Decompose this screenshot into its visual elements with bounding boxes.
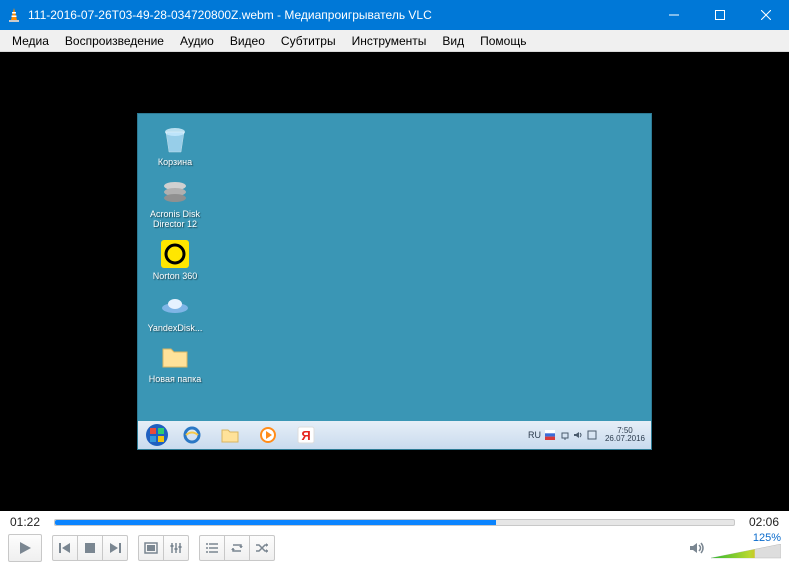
desktop-icon-label: Norton 360 [153, 272, 198, 282]
video-area: Корзина Acronis Disk Director 12 Norton … [0, 52, 789, 511]
tray-flag-icon [545, 430, 555, 440]
desktop-icon-recycle: Корзина [144, 124, 206, 168]
tray-lang: RU [528, 430, 541, 440]
next-button[interactable] [102, 535, 128, 561]
extended-settings-button[interactable] [163, 535, 189, 561]
loop-icon [230, 542, 244, 554]
skip-forward-icon [108, 542, 122, 554]
taskbar-ie-icon [174, 423, 210, 447]
video-content: Корзина Acronis Disk Director 12 Norton … [137, 113, 652, 450]
time-elapsed[interactable]: 01:22 [10, 515, 44, 529]
desktop-icon-label: Корзина [158, 158, 192, 168]
desktop-icon-label: Acronis Disk Director 12 [144, 210, 206, 230]
menu-playback[interactable]: Воспроизведение [57, 32, 172, 50]
previous-button[interactable] [52, 535, 78, 561]
titlebar: 111-2016-07-26T03-49-28-034720800Z.webm … [0, 0, 789, 30]
equalizer-icon [169, 542, 183, 554]
seek-slider[interactable] [54, 519, 735, 526]
tray-clock: 7:50 26.07.2016 [601, 427, 649, 444]
stop-button[interactable] [77, 535, 103, 561]
time-total[interactable]: 02:06 [745, 515, 779, 529]
ufo-icon [159, 290, 191, 322]
shuffle-icon [255, 542, 269, 554]
norton-icon [159, 238, 191, 270]
tray-date: 26.07.2016 [605, 435, 645, 443]
volume-percent: 125% [711, 532, 781, 544]
loop-button[interactable] [224, 535, 250, 561]
tray-action-icon [587, 430, 597, 440]
menu-audio[interactable]: Аудио [172, 32, 222, 50]
desktop-icon-label: Новая папка [149, 375, 201, 385]
vlc-cone-icon [6, 7, 22, 23]
menu-media[interactable]: Медиа [4, 32, 57, 50]
volume-slider[interactable] [711, 544, 781, 564]
menu-view[interactable]: Вид [434, 32, 472, 50]
menu-video[interactable]: Видео [222, 32, 273, 50]
skip-back-icon [58, 542, 72, 554]
desktop-icon-acronis: Acronis Disk Director 12 [144, 176, 206, 230]
desktop-icon-norton: Norton 360 [144, 238, 206, 282]
desktop-icons: Корзина Acronis Disk Director 12 Norton … [144, 124, 206, 385]
recycle-bin-icon [159, 124, 191, 156]
menubar: Медиа Воспроизведение Аудио Видео Субтит… [0, 30, 789, 52]
view-group [138, 535, 189, 561]
start-orb-icon [140, 422, 174, 448]
system-tray: RU 7:50 26.07.2016 [528, 427, 649, 444]
seek-row: 01:22 02:06 [0, 513, 789, 531]
menu-tools[interactable]: Инструменты [344, 32, 435, 50]
folder-icon [159, 341, 191, 373]
svg-text:Я: Я [301, 428, 310, 443]
playlist-button[interactable] [199, 535, 225, 561]
menu-help[interactable]: Помощь [472, 32, 534, 50]
controls-row: 125% [0, 531, 789, 564]
playback-group [52, 535, 128, 561]
minimize-button[interactable] [651, 0, 697, 30]
stop-icon [84, 542, 96, 554]
shuffle-button[interactable] [249, 535, 275, 561]
fullscreen-icon [144, 542, 158, 554]
taskbar-wmp-icon [250, 423, 286, 447]
tray-network-icon [559, 430, 569, 440]
seek-fill [55, 520, 496, 525]
desktop-icon-yadisk: YandexDisk... [144, 290, 206, 334]
video-taskbar: Я RU 7:50 26.07.2016 [138, 421, 651, 449]
menu-subtitle[interactable]: Субтитры [273, 32, 344, 50]
maximize-button[interactable] [697, 0, 743, 30]
close-button[interactable] [743, 0, 789, 30]
window-title: 111-2016-07-26T03-49-28-034720800Z.webm … [28, 8, 651, 22]
disk-stack-icon [159, 176, 191, 208]
desktop-icon-folder: Новая папка [144, 341, 206, 385]
playlist-group [199, 535, 275, 561]
play-button[interactable] [8, 534, 42, 562]
tray-volume-icon [573, 430, 583, 440]
volume-control: 125% [689, 532, 781, 564]
playlist-icon [205, 542, 219, 554]
speaker-icon[interactable] [689, 541, 705, 555]
taskbar-yandex-icon: Я [288, 423, 324, 447]
taskbar-explorer-icon [212, 423, 248, 447]
play-icon [18, 541, 32, 555]
desktop-icon-label: YandexDisk... [148, 324, 203, 334]
fullscreen-button[interactable] [138, 535, 164, 561]
